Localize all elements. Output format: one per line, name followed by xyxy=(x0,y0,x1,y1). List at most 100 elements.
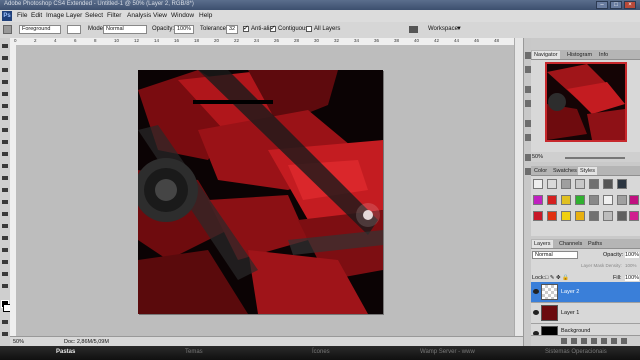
zoom-tool-icon[interactable] xyxy=(2,284,8,288)
healing-tool-icon[interactable] xyxy=(2,116,8,120)
style-swatch[interactable] xyxy=(547,179,557,189)
style-swatch[interactable] xyxy=(603,179,613,189)
contiguous-checkbox[interactable] xyxy=(270,24,276,32)
style-swatch[interactable] xyxy=(603,211,613,221)
document-size[interactable]: Doc: 2,86M/5,09M xyxy=(64,339,109,345)
3d-rotate-tool-icon[interactable] xyxy=(2,260,8,264)
marquee-tool-icon[interactable] xyxy=(2,56,8,60)
style-swatch[interactable] xyxy=(629,195,639,205)
fill-source-select[interactable]: Foreground xyxy=(19,25,61,34)
style-swatch[interactable] xyxy=(533,179,543,189)
brush-tool-icon[interactable] xyxy=(2,128,8,132)
tab-info[interactable]: Info xyxy=(597,51,611,59)
lock-icons[interactable]: □ ✎ ✥ 🔒 xyxy=(545,275,569,281)
style-swatch[interactable] xyxy=(589,211,599,221)
all-layers-checkbox[interactable] xyxy=(306,26,312,32)
anti-alias-checkbox[interactable] xyxy=(243,24,249,32)
type-tool-icon[interactable] xyxy=(2,224,8,228)
paint-bucket-tool-icon[interactable] xyxy=(2,176,8,180)
eyedropper-tool-icon[interactable] xyxy=(2,104,8,108)
menu-help[interactable]: Help xyxy=(199,12,212,19)
style-swatch[interactable] xyxy=(561,195,571,205)
opacity-input[interactable]: 100% xyxy=(174,25,194,34)
pen-tool-icon[interactable] xyxy=(2,212,8,216)
style-swatch[interactable] xyxy=(589,195,599,205)
navigator-zoom[interactable]: 50% xyxy=(532,154,543,160)
blend-mode-select[interactable]: Normal xyxy=(532,251,578,259)
workspace-tools-icon[interactable] xyxy=(409,26,418,33)
add-mask-icon[interactable] xyxy=(581,338,587,344)
dodge-tool-icon[interactable] xyxy=(2,200,8,204)
menu-layer[interactable]: Layer xyxy=(66,12,82,19)
menu-filter[interactable]: Filter xyxy=(107,12,121,19)
taskbar-item-icones[interactable]: Ícones xyxy=(312,349,330,355)
shape-tool-icon[interactable] xyxy=(2,248,8,252)
menu-analysis[interactable]: Analysis xyxy=(127,12,151,19)
new-layer-icon[interactable] xyxy=(611,338,617,344)
menu-select[interactable]: Select xyxy=(85,12,103,19)
eye-icon[interactable] xyxy=(533,289,539,294)
style-swatch[interactable] xyxy=(561,211,571,221)
mode-select[interactable]: Normal xyxy=(103,25,147,34)
history-brush-tool-icon[interactable] xyxy=(2,152,8,156)
style-swatch[interactable] xyxy=(547,211,557,221)
style-swatch[interactable] xyxy=(533,195,543,205)
close-button[interactable]: × xyxy=(624,1,636,9)
quick-select-tool-icon[interactable] xyxy=(2,80,8,84)
new-group-icon[interactable] xyxy=(601,338,607,344)
tab-navigator[interactable]: Navigator xyxy=(532,51,560,59)
layer-opacity-input[interactable]: 100% xyxy=(625,252,640,258)
stamp-tool-icon[interactable] xyxy=(2,140,8,144)
tab-channels[interactable]: Channels xyxy=(557,240,585,248)
style-swatch[interactable] xyxy=(617,195,627,205)
move-tool-icon[interactable] xyxy=(2,44,8,48)
tab-paths[interactable]: Paths xyxy=(586,240,605,248)
link-layers-icon[interactable] xyxy=(561,338,567,344)
quick-mask-icon[interactable] xyxy=(2,320,8,324)
taskbar-item-wamp[interactable]: Wamp Server - www xyxy=(420,349,475,355)
tab-histogram[interactable]: Histogram xyxy=(565,51,595,59)
style-swatch[interactable] xyxy=(617,179,627,189)
style-swatch[interactable] xyxy=(603,195,613,205)
workspace-menu[interactable]: Workspace xyxy=(428,26,458,32)
style-swatch[interactable] xyxy=(617,211,627,221)
trash-icon[interactable] xyxy=(621,338,627,344)
tab-layers[interactable]: Layers xyxy=(532,240,553,248)
style-swatch[interactable] xyxy=(575,211,585,221)
menu-window[interactable]: Window xyxy=(171,12,194,19)
style-swatch[interactable] xyxy=(561,179,571,189)
tab-swatches[interactable]: Swatches xyxy=(551,167,579,175)
screen-mode-icon[interactable] xyxy=(2,332,8,336)
taskbar-item-sistemas[interactable]: Sistemas Operacionais xyxy=(545,349,607,355)
menu-file[interactable]: File xyxy=(17,12,27,19)
layer-row[interactable]: Layer 2 xyxy=(531,282,640,303)
hand-tool-icon[interactable] xyxy=(2,272,8,276)
style-swatch[interactable] xyxy=(547,195,557,205)
tolerance-input[interactable]: 32 xyxy=(226,25,238,34)
style-swatch[interactable] xyxy=(589,179,599,189)
paint-bucket-icon[interactable] xyxy=(3,25,12,34)
taskbar-item-pastas[interactable]: Pastas xyxy=(56,349,75,355)
style-swatch[interactable] xyxy=(575,195,585,205)
layer-style-icon[interactable] xyxy=(571,338,577,344)
path-select-tool-icon[interactable] xyxy=(2,236,8,240)
adjustment-layer-icon[interactable] xyxy=(591,338,597,344)
style-swatch[interactable] xyxy=(533,211,543,221)
taskbar-item-temas[interactable]: Temas xyxy=(185,349,203,355)
menu-view[interactable]: View xyxy=(153,12,167,19)
crop-tool-icon[interactable] xyxy=(2,92,8,96)
blur-tool-icon[interactable] xyxy=(2,188,8,192)
fill-input[interactable]: 100% xyxy=(625,275,640,281)
pattern-picker[interactable] xyxy=(67,25,81,34)
minimize-button[interactable]: – xyxy=(596,1,608,9)
document-canvas[interactable] xyxy=(138,70,383,314)
style-swatch[interactable] xyxy=(629,211,639,221)
layer-row[interactable]: Layer 1 xyxy=(531,303,640,324)
menu-image[interactable]: Image xyxy=(46,12,64,19)
tab-color[interactable]: Color xyxy=(532,167,550,175)
maximize-button[interactable]: □ xyxy=(610,1,622,9)
eye-icon[interactable] xyxy=(533,310,539,315)
navigator-thumbnail[interactable] xyxy=(545,62,627,142)
style-swatch[interactable] xyxy=(575,179,585,189)
eraser-tool-icon[interactable] xyxy=(2,164,8,168)
